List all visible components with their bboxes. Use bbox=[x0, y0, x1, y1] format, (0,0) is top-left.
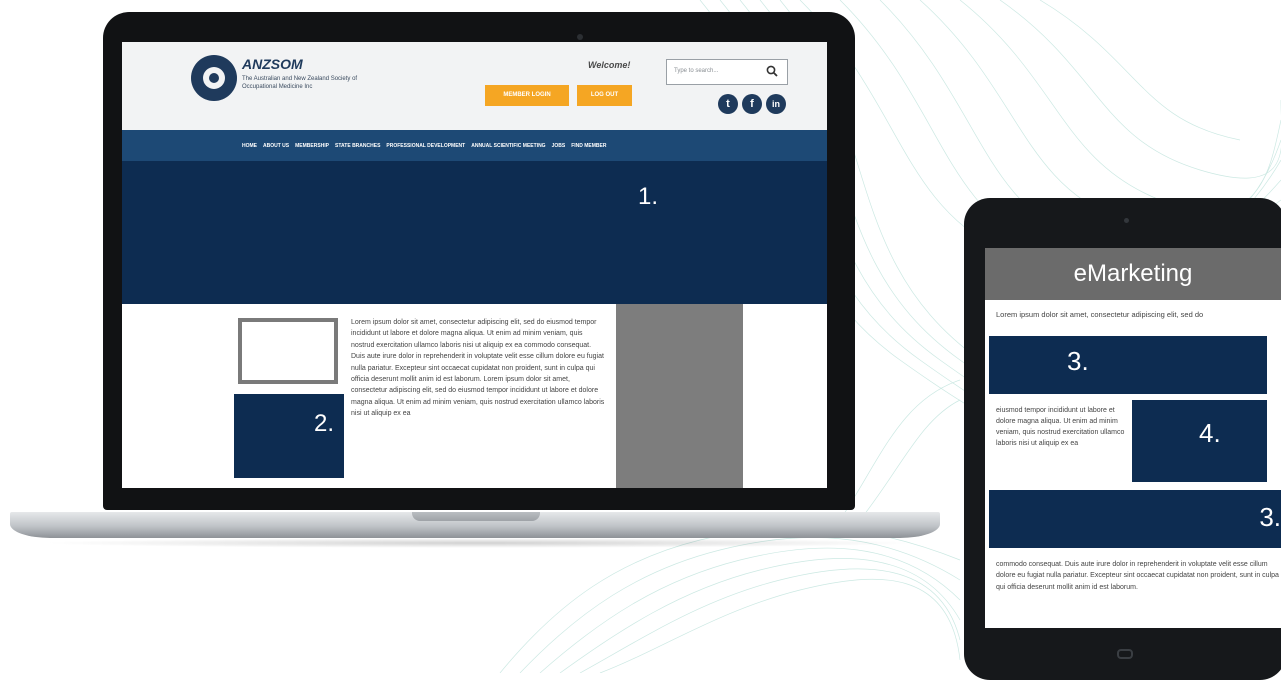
log-out-button[interactable]: LOG OUT bbox=[577, 85, 632, 106]
nav-item-professional-development[interactable]: PROFESSIONAL DEVELOPMENT bbox=[386, 143, 465, 149]
block-3-top-number-label: 3. bbox=[1067, 346, 1089, 376]
nav-item-about-us[interactable]: ABOUT US bbox=[263, 143, 289, 149]
nav-item-annual-scientific-meeting[interactable]: ANNUAL SCIENTIFIC MEETING bbox=[471, 143, 545, 149]
welcome-text: Welcome! bbox=[588, 60, 631, 70]
tablet-home-button bbox=[1117, 649, 1133, 659]
tablet-screen: eMarketing Lorem ipsum dolor sit amet, c… bbox=[985, 248, 1281, 628]
tablet-footer-text: commodo consequat. Duis aute irure dolor… bbox=[996, 561, 1279, 591]
tablet-block-3-bottom: 3. bbox=[989, 490, 1281, 548]
logo-name[interactable]: ANZSOM bbox=[242, 56, 303, 72]
hero-number-label: 1. bbox=[638, 183, 659, 210]
site-header: ANZSOM The Australian and New Zealand So… bbox=[122, 42, 827, 130]
tablet-camera bbox=[1124, 218, 1129, 223]
facebook-icon[interactable]: f bbox=[742, 94, 762, 114]
body-text: Lorem ipsum dolor sit amet, consectetur … bbox=[351, 319, 605, 418]
member-login-button[interactable]: MEMBER LOGIN bbox=[485, 85, 569, 106]
hero-banner: 1. bbox=[122, 161, 827, 304]
tablet-intro-text: Lorem ipsum dolor sit amet, consectetur … bbox=[996, 310, 1204, 319]
tablet-side-text: eiusmod tempor incididunt ut labore et d… bbox=[996, 407, 1125, 447]
main-nav: HOME ABOUT US MEMBERSHIP STATE BRANCHES … bbox=[122, 130, 827, 161]
image-placeholder bbox=[238, 318, 338, 384]
emarketing-header: eMarketing bbox=[985, 248, 1281, 300]
nav-item-find-member[interactable]: FIND MEMBER bbox=[571, 143, 606, 149]
block-2-number-label: 2. bbox=[313, 410, 334, 437]
tablet-block-4: 4. bbox=[1132, 400, 1267, 482]
block-4-number-label: 4. bbox=[1199, 418, 1221, 448]
twitter-icon[interactable]: t bbox=[718, 94, 738, 114]
laptop-camera bbox=[577, 34, 583, 40]
laptop-notch bbox=[412, 512, 540, 521]
nav-list: HOME ABOUT US MEMBERSHIP STATE BRANCHES … bbox=[242, 130, 606, 161]
laptop-screen: ANZSOM The Australian and New Zealand So… bbox=[122, 42, 827, 488]
block-3-bottom-number-label: 3. bbox=[1259, 502, 1281, 532]
grey-sidebar bbox=[616, 304, 743, 488]
tablet-block-3-top: 3. bbox=[989, 336, 1267, 394]
linkedin-icon[interactable]: in bbox=[766, 94, 786, 114]
search-icon[interactable] bbox=[766, 65, 778, 77]
gear-logo-icon[interactable] bbox=[191, 55, 237, 101]
nav-item-membership[interactable]: MEMBERSHIP bbox=[295, 143, 329, 149]
search-placeholder: Type to search... bbox=[674, 68, 719, 74]
search-input[interactable]: Type to search... bbox=[666, 59, 788, 85]
nav-item-state-branches[interactable]: STATE BRANCHES bbox=[335, 143, 380, 149]
nav-item-home[interactable]: HOME bbox=[242, 143, 257, 149]
laptop-shadow bbox=[40, 538, 920, 548]
nav-item-jobs[interactable]: JOBS bbox=[552, 143, 566, 149]
logo-subtitle: The Australian and New Zealand Society o… bbox=[242, 76, 358, 90]
emarketing-title: eMarketing bbox=[1073, 260, 1193, 287]
content-area: 2. Lorem ipsum dolor sit amet, consectet… bbox=[122, 304, 827, 488]
content-block-2: 2. bbox=[234, 394, 344, 478]
